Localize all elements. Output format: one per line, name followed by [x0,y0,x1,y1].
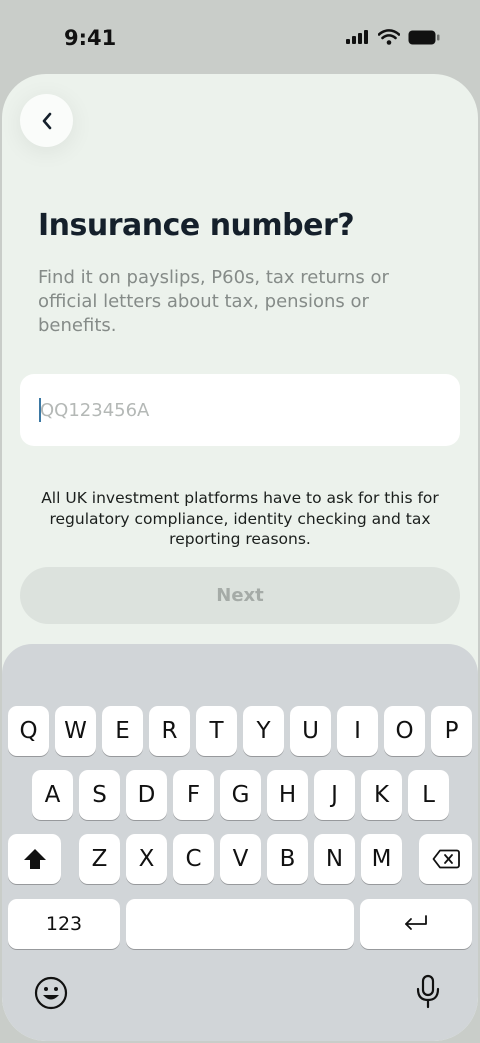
key-d[interactable]: D [126,770,167,820]
key-w[interactable]: W [55,706,96,756]
key-o[interactable]: O [384,706,425,756]
return-icon [405,915,427,930]
status-bar: 9:41 [0,0,480,74]
battery-icon [408,30,440,44]
cellular-signal-icon [346,30,368,44]
chevron-left-icon [42,112,51,129]
shift-icon [23,849,46,869]
key-s[interactable]: S [79,770,120,820]
return-key[interactable] [360,899,472,949]
delete-key[interactable] [419,834,472,884]
software-keyboard: 123 QWERTYUIOP ASDFGHJKL ZXCVBNM [2,644,478,1041]
status-time: 9:41 [64,26,117,50]
key-a[interactable]: A [32,770,73,820]
key-y[interactable]: Y [243,706,284,756]
next-button[interactable]: Next [20,567,460,624]
key-l[interactable]: L [408,770,449,820]
status-icons [346,29,440,45]
key-k[interactable]: K [361,770,402,820]
microphone-icon [416,974,440,1009]
key-q[interactable]: Q [8,706,49,756]
page-title: Insurance number? [38,208,355,243]
space-key[interactable] [126,899,354,949]
wifi-icon [378,29,400,45]
key-v[interactable]: V [220,834,261,884]
shift-key[interactable] [8,834,61,884]
key-p[interactable]: P [431,706,472,756]
key-e[interactable]: E [102,706,143,756]
dictation-button[interactable] [414,974,442,1015]
insurance-number-input[interactable] [40,374,440,446]
key-m[interactable]: M [361,834,402,884]
key-b[interactable]: B [267,834,308,884]
key-c[interactable]: C [173,834,214,884]
key-x[interactable]: X [126,834,167,884]
emoji-button[interactable] [34,976,68,1015]
key-u[interactable]: U [290,706,331,756]
key-h[interactable]: H [267,770,308,820]
numbers-key[interactable]: 123 [8,899,120,949]
key-i[interactable]: I [337,706,378,756]
page-subtitle: Find it on payslips, P60s, tax returns o… [38,267,389,336]
key-n[interactable]: N [314,834,355,884]
back-button[interactable] [20,94,73,147]
disclaimer-text: All UK investment platforms have to ask … [41,489,439,548]
key-f[interactable]: F [173,770,214,820]
key-z[interactable]: Z [79,834,120,884]
key-r[interactable]: R [149,706,190,756]
insurance-number-field[interactable] [20,374,460,446]
key-j[interactable]: J [314,770,355,820]
backspace-icon [432,849,460,869]
key-t[interactable]: T [196,706,237,756]
emoji-icon [34,976,68,1010]
onboarding-sheet: Insurance number? Find it on payslips, P… [2,74,478,1041]
key-g[interactable]: G [220,770,261,820]
